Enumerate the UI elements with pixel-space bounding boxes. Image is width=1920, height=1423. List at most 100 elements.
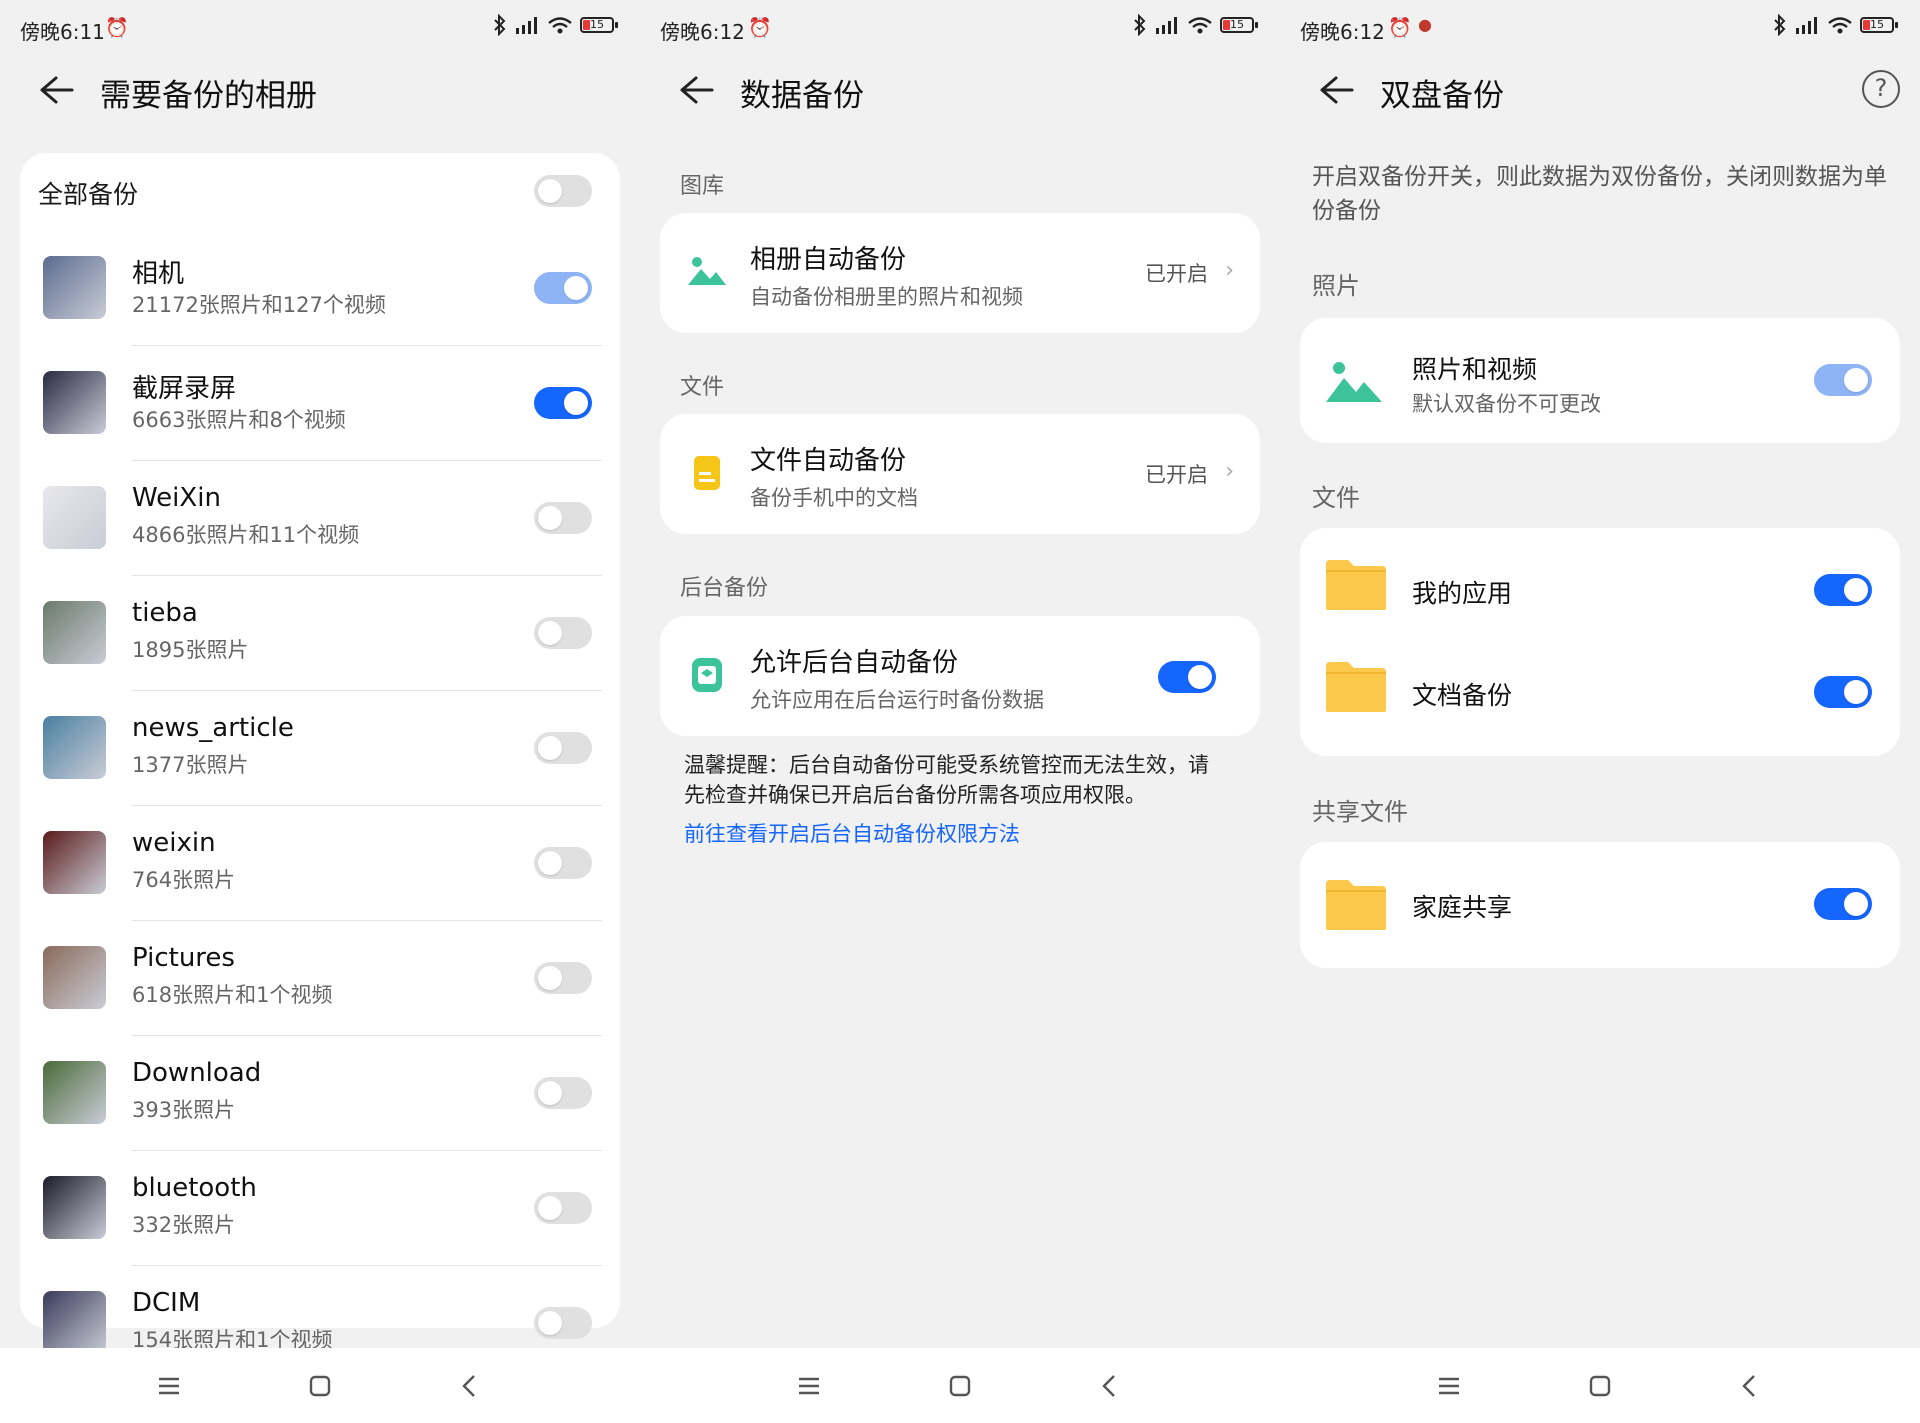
album-backup-toggle[interactable] (534, 962, 592, 994)
album-thumbnail (43, 1176, 106, 1239)
album-backup-toggle[interactable] (534, 387, 592, 419)
album-count: 618张照片和1个视频 (132, 983, 333, 1007)
album-thumbnail (43, 601, 106, 664)
album-row: Pictures 618张照片和1个视频 (20, 921, 620, 1036)
album-backup-toggle[interactable] (534, 272, 592, 304)
bluetooth-icon (494, 14, 506, 36)
album-thumbnail (43, 371, 106, 434)
background-backup-row: 允许后台自动备份 允许应用在后台运行时备份数据 (660, 616, 1260, 736)
chevron-right-icon: › (1225, 258, 1234, 283)
signal-icon (1156, 17, 1177, 34)
section-files: 文件 (680, 375, 725, 400)
album-count: 4866张照片和11个视频 (132, 523, 360, 547)
album-name: bluetooth (132, 1173, 257, 1203)
album-thumbnail (43, 946, 106, 1009)
family-share-row: 家庭共享 (1300, 842, 1900, 968)
album-thumbnail (43, 1061, 106, 1124)
album-count: 764张照片 (132, 868, 236, 892)
photos-videos-row: 照片和视频 默认双备份不可更改 (1300, 318, 1900, 443)
file-auto-backup-row[interactable]: 文件自动备份 备份手机中的文档 已开启 › (660, 414, 1260, 534)
all-backup-label: 全部备份 (38, 180, 139, 209)
all-backup-row: 全部备份 (20, 153, 620, 231)
home-icon[interactable] (1584, 1370, 1616, 1402)
gallery-icon (688, 257, 726, 285)
status-icons: 15 (493, 14, 618, 36)
page-title: 双盘备份 (1380, 78, 1504, 114)
album-row: tieba 1895张照片 (20, 576, 620, 691)
battery-icon: 15 (1860, 17, 1898, 33)
status-icons: 15 (1773, 14, 1898, 36)
album-backup-toggle[interactable] (534, 617, 592, 649)
section-shared-files: 共享文件 (1312, 798, 1408, 826)
album-row: 截屏录屏 6663张照片和8个视频 (20, 346, 620, 461)
home-icon[interactable] (944, 1370, 976, 1402)
album-count: 21172张照片和127个视频 (132, 293, 386, 317)
album-backup-toggle[interactable] (534, 1077, 592, 1109)
back-icon[interactable] (1094, 1370, 1126, 1402)
gallery-icon (1326, 362, 1382, 402)
background-backup-toggle[interactable] (1158, 661, 1216, 693)
folder-icon (1326, 662, 1386, 712)
nav-bar (1280, 1348, 1920, 1423)
back-arrow-icon[interactable] (1316, 74, 1356, 106)
photos-videos-subtitle: 默认双备份不可更改 (1412, 392, 1601, 416)
album-count: 332张照片 (132, 1213, 236, 1237)
album-row: Download 393张照片 (20, 1036, 620, 1151)
album-count: 1895张照片 (132, 638, 249, 662)
menu-icon[interactable] (793, 1370, 825, 1402)
menu-icon[interactable] (153, 1370, 185, 1402)
album-thumbnail (43, 1291, 106, 1354)
page-title: 数据备份 (740, 78, 864, 114)
album-auto-backup-subtitle: 自动备份相册里的照片和视频 (750, 285, 1023, 309)
home-icon[interactable] (304, 1370, 336, 1402)
document-icon (694, 456, 720, 490)
family-share-label: 家庭共享 (1412, 893, 1513, 922)
family-share-toggle[interactable] (1814, 888, 1872, 920)
wifi-icon (1828, 17, 1852, 34)
album-row: bluetooth 332张照片 (20, 1151, 620, 1266)
album-backup-toggle[interactable] (534, 1192, 592, 1224)
album-row: 相机 21172张照片和127个视频 (20, 231, 620, 346)
album-name: 相机 (132, 259, 185, 289)
alarm-icon: ⏰ (1388, 17, 1412, 39)
album-name: Pictures (132, 943, 235, 973)
back-arrow-icon[interactable] (36, 74, 76, 106)
help-icon[interactable]: ? (1862, 70, 1900, 108)
back-arrow-icon[interactable] (676, 74, 716, 106)
album-backup-toggle[interactable] (534, 1307, 592, 1339)
album-name: WeiXin (132, 483, 221, 513)
album-auto-backup-row[interactable]: 相册自动备份 自动备份相册里的照片和视频 已开启 › (660, 213, 1260, 333)
my-apps-toggle[interactable] (1814, 574, 1872, 606)
battery-icon: 15 (580, 17, 618, 33)
back-icon[interactable] (454, 1370, 486, 1402)
tip-text: 温馨提醒：后台自动备份可能受系统管控而无法生效，请 先检查并确保已开启后台备份所… (684, 750, 1244, 810)
album-name: Download (132, 1058, 262, 1088)
status-time: 傍晚6:11 (20, 20, 105, 44)
title-bar: 需要备份的相册 (0, 62, 640, 118)
album-count: 1377张照片 (132, 753, 249, 777)
folder-icon (1326, 880, 1386, 930)
wifi-icon (1188, 17, 1212, 34)
album-backup-toggle[interactable] (534, 502, 592, 534)
album-backup-toggle[interactable] (534, 847, 592, 879)
album-count: 6663张照片和8个视频 (132, 408, 346, 432)
photos-videos-title: 照片和视频 (1412, 355, 1538, 384)
back-icon[interactable] (1734, 1370, 1766, 1402)
status-bar: 傍晚6:12 ⏰ 15 (640, 0, 1280, 56)
album-name: weixin (132, 828, 216, 858)
album-backup-toggle[interactable] (534, 732, 592, 764)
album-row: news_article 1377张照片 (20, 691, 620, 806)
status-time: 傍晚6:12 (660, 20, 745, 44)
notification-icon: ● (1418, 15, 1432, 34)
doc-backup-toggle[interactable] (1814, 676, 1872, 708)
section-gallery: 图库 (680, 174, 725, 199)
signal-icon (1796, 17, 1817, 34)
all-backup-toggle[interactable] (534, 175, 592, 207)
tip-line-2: 先检查并确保已开启后台备份所需各项应用权限。 (684, 783, 1146, 807)
wifi-icon (548, 17, 572, 34)
nav-bar (640, 1348, 1280, 1423)
photos-videos-toggle[interactable] (1814, 364, 1872, 396)
my-apps-label: 我的应用 (1412, 579, 1513, 608)
menu-icon[interactable] (1433, 1370, 1465, 1402)
permission-guide-link[interactable]: 前往查看开启后台自动备份权限方法 (684, 818, 1020, 848)
